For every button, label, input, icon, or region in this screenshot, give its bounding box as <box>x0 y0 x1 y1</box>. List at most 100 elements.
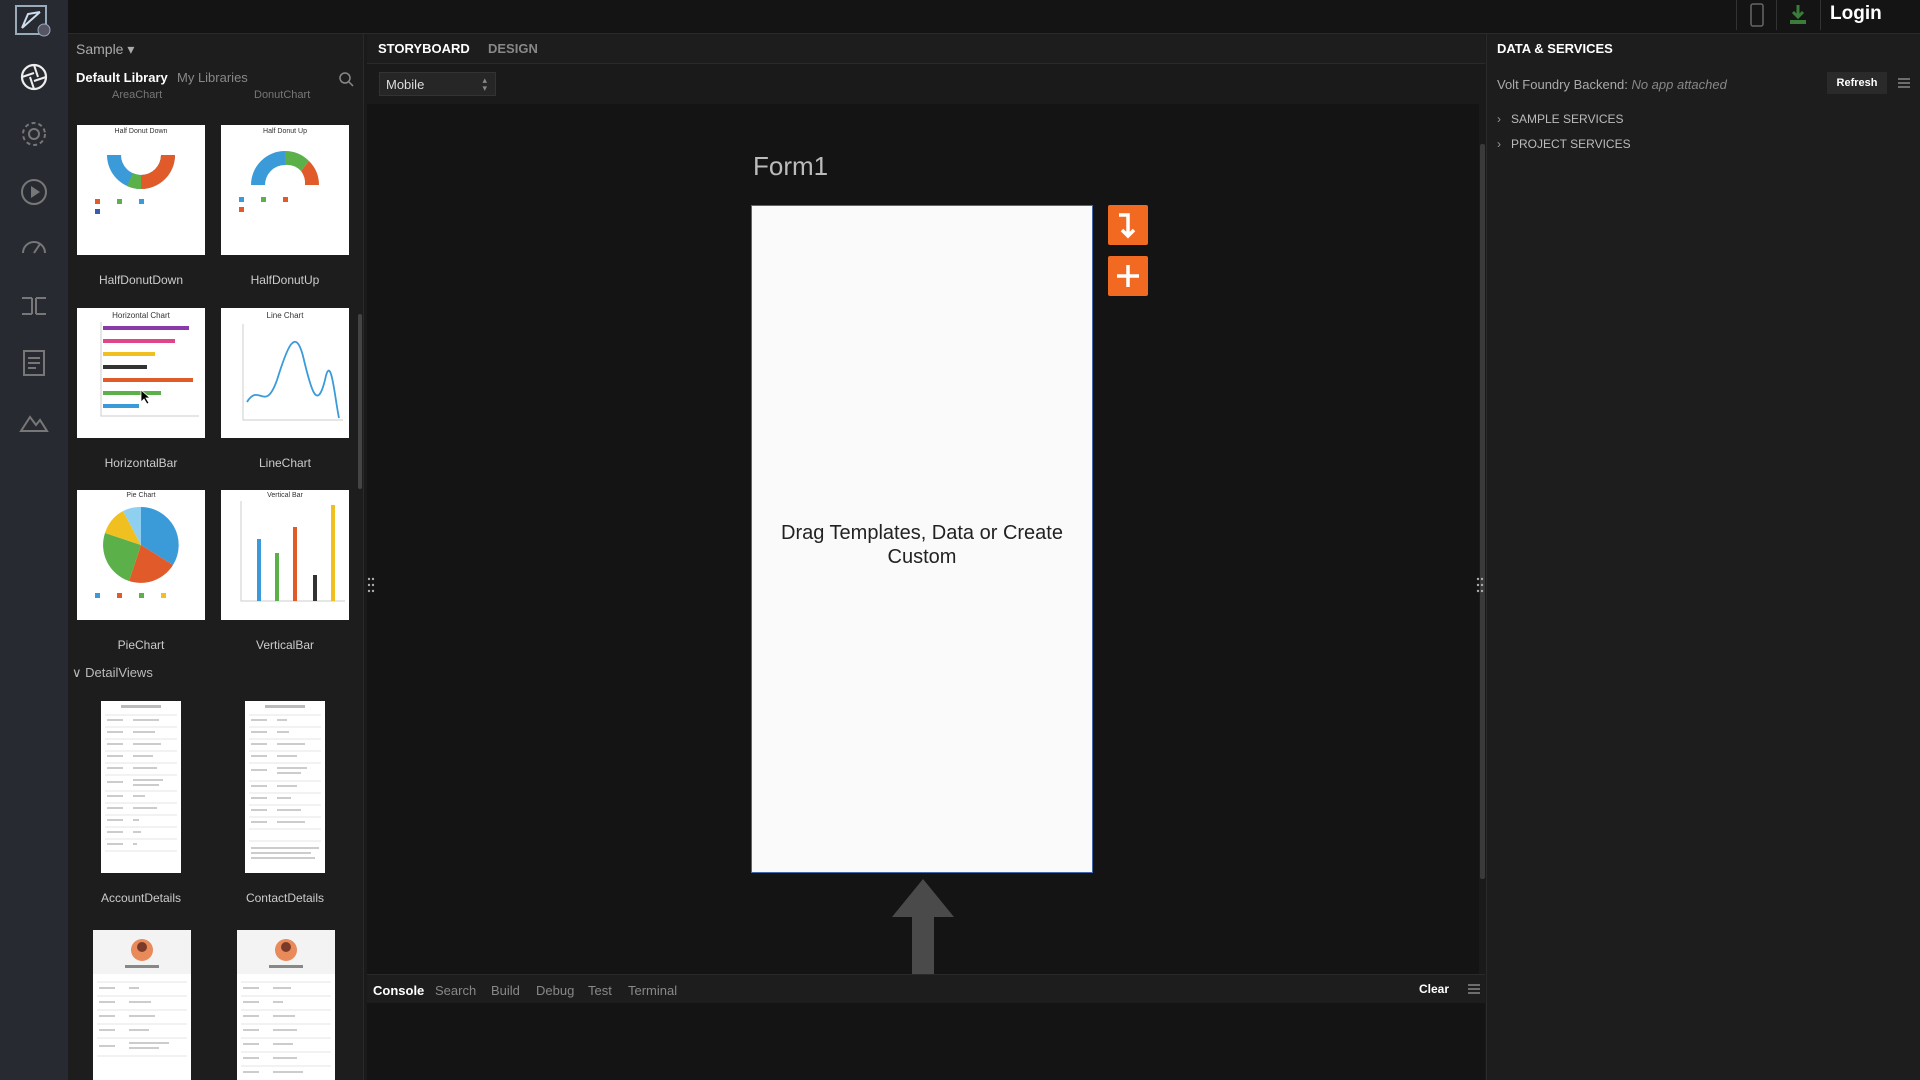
library-item-label: VerticalBar <box>255 638 315 652</box>
library-item-label: AreaChart <box>112 89 163 101</box>
vertical-bar-graphic <box>240 501 345 602</box>
horizontal-bar-graphic <box>100 322 199 417</box>
chart-thumbnail: Vertical Bar <box>221 490 349 620</box>
project-selector[interactable]: Sample ▾ <box>76 41 134 58</box>
menu-icon[interactable] <box>1467 983 1481 995</box>
chart-thumbnail: Horizontal Chart <box>77 308 205 438</box>
library-item-halfdonutdown[interactable]: Half Donut Down HalfDonutDown <box>76 125 206 287</box>
clear-button[interactable]: Clear <box>1419 982 1449 996</box>
data-services-panel: DATA & SERVICES Volt Foundry Backend: No… <box>1486 34 1920 1080</box>
integration-icon[interactable] <box>18 290 50 322</box>
console-tabs: Console Search Build Debug Test Terminal… <box>367 975 1485 1003</box>
divider <box>1776 0 1777 30</box>
thumbnail-title: Horizontal Chart <box>112 311 170 320</box>
library-item-label: AccountDetails <box>100 891 182 905</box>
form-title: Form1 <box>753 151 829 181</box>
form-canvas[interactable]: Drag Templates, Data or Create Custom <box>751 205 1093 873</box>
detail-form-graphic <box>105 705 177 852</box>
backend-label: Volt Foundry Backend: <box>1497 77 1628 92</box>
search-icon[interactable] <box>338 71 354 87</box>
panel-resize-grip-icon[interactable] <box>367 576 375 594</box>
empty-form-hint: Drag Templates, Data or Create Custom <box>781 522 1063 568</box>
detail-thumbnail <box>101 701 181 873</box>
chart-thumbnail: Pie Chart <box>77 490 205 620</box>
play-icon[interactable] <box>18 176 50 208</box>
library-aperture-icon[interactable] <box>18 61 50 93</box>
library-item-contactdetails[interactable]: ContactDetails <box>220 701 350 905</box>
library-item-label: PieChart <box>117 638 165 652</box>
device-select-value: Mobile <box>386 77 425 92</box>
line-chart-graphic <box>242 324 343 421</box>
thumbnail-title: Half Donut Down <box>114 128 168 135</box>
document-list-icon[interactable] <box>18 347 50 379</box>
mountain-icon[interactable] <box>18 405 50 437</box>
library-item-horizontalbar[interactable]: Horizontal Chart HorizontalBar <box>76 308 206 470</box>
tab-default-library[interactable]: Default Library <box>76 70 168 85</box>
chevron-right-icon: › <box>1497 137 1501 151</box>
library-item-piechart[interactable]: Pie Chart PieChart <box>76 490 206 652</box>
chevron-down-icon: ▾ <box>127 41 135 57</box>
gear-icon[interactable] <box>18 118 50 150</box>
chart-thumbnail: Half Donut Up <box>221 125 349 255</box>
tab-terminal[interactable]: Terminal <box>628 983 677 998</box>
tab-console[interactable]: Console <box>373 983 424 998</box>
library-item-label: LineChart <box>258 456 312 470</box>
app-logo-icon <box>15 5 51 37</box>
project-name: Sample <box>76 41 124 57</box>
half-donut-down-graphic <box>95 155 175 214</box>
add-form-button[interactable] <box>1108 256 1148 296</box>
left-rail <box>0 0 68 1080</box>
menu-icon[interactable] <box>1897 77 1911 89</box>
device-select[interactable]: Mobile ▴ ▾ <box>379 72 496 96</box>
library-item-accountdetails[interactable]: AccountDetails <box>76 701 206 905</box>
panel-title: DATA & SERVICES <box>1497 41 1613 56</box>
canvas-scrollbar[interactable] <box>1480 144 1485 879</box>
tab-build[interactable]: Build <box>491 983 520 998</box>
section-detailviews[interactable]: ∨ DetailViews <box>72 665 153 681</box>
plus-icon <box>1117 265 1139 287</box>
section-label: DetailViews <box>85 665 153 680</box>
backend-value: No app attached <box>1631 77 1727 92</box>
gauge-icon[interactable] <box>18 233 50 265</box>
chevron-right-icon: › <box>1497 112 1501 126</box>
divider <box>1736 0 1737 30</box>
thumbnail-title: Vertical Bar <box>267 492 303 499</box>
thumbnail-title: Pie Chart <box>126 492 156 499</box>
library-item-profile-card[interactable] <box>92 930 192 1080</box>
console-panel: Console Search Build Debug Test Terminal… <box>367 974 1485 1080</box>
tab-storyboard[interactable]: STORYBOARD <box>378 41 470 56</box>
tab-debug[interactable]: Debug <box>536 983 574 998</box>
backend-status: Volt Foundry Backend: No app attached <box>1497 77 1727 92</box>
divider <box>1820 0 1821 30</box>
library-item-verticalbar[interactable]: Vertical Bar VerticalBar <box>220 490 350 652</box>
library-item-halfdonutup[interactable]: Half Donut Up HalfDonutUp <box>220 125 350 287</box>
navigation-flow-button[interactable] <box>1108 205 1148 245</box>
download-icon[interactable] <box>1785 2 1811 28</box>
section-project-services[interactable]: › PROJECT SERVICES <box>1497 137 1631 151</box>
tab-design[interactable]: DESIGN <box>488 41 538 56</box>
library-panel: Sample ▾ Default Library My Libraries Ar… <box>68 34 364 1080</box>
select-arrows-icon: ▴ ▾ <box>482 75 487 93</box>
section-sample-services[interactable]: › SAMPLE SERVICES <box>1497 112 1624 126</box>
section-label: SAMPLE SERVICES <box>1511 112 1624 126</box>
login-button[interactable]: Login <box>1830 3 1882 25</box>
library-item-linechart[interactable]: Line Chart LineChart <box>220 308 350 470</box>
library-scrollbar[interactable] <box>358 314 362 489</box>
editor-tabs: STORYBOARD DESIGN <box>367 34 1485 64</box>
library-item-profile-card[interactable] <box>236 930 336 1080</box>
top-bar: Login <box>0 0 1920 34</box>
mobile-device-icon[interactable] <box>1746 2 1768 28</box>
tab-my-libraries[interactable]: My Libraries <box>177 70 248 85</box>
detail-thumbnail <box>237 930 335 1080</box>
storyboard-area: STORYBOARD DESIGN Mobile ▴ ▾ Form1 Drag T… <box>367 34 1485 1080</box>
chart-thumbnail: Half Donut Down <box>77 125 205 255</box>
library-item-label: HalfDonutUp <box>250 273 320 287</box>
refresh-button[interactable]: Refresh <box>1827 72 1887 94</box>
half-donut-up-graphic <box>239 151 319 212</box>
profile-card-graphic <box>93 930 191 1057</box>
panel-resize-grip-icon[interactable] <box>1476 576 1484 594</box>
detail-form-graphic <box>249 705 321 859</box>
up-arrow-icon <box>892 879 954 974</box>
tab-test[interactable]: Test <box>588 983 612 998</box>
tab-search[interactable]: Search <box>435 983 476 998</box>
